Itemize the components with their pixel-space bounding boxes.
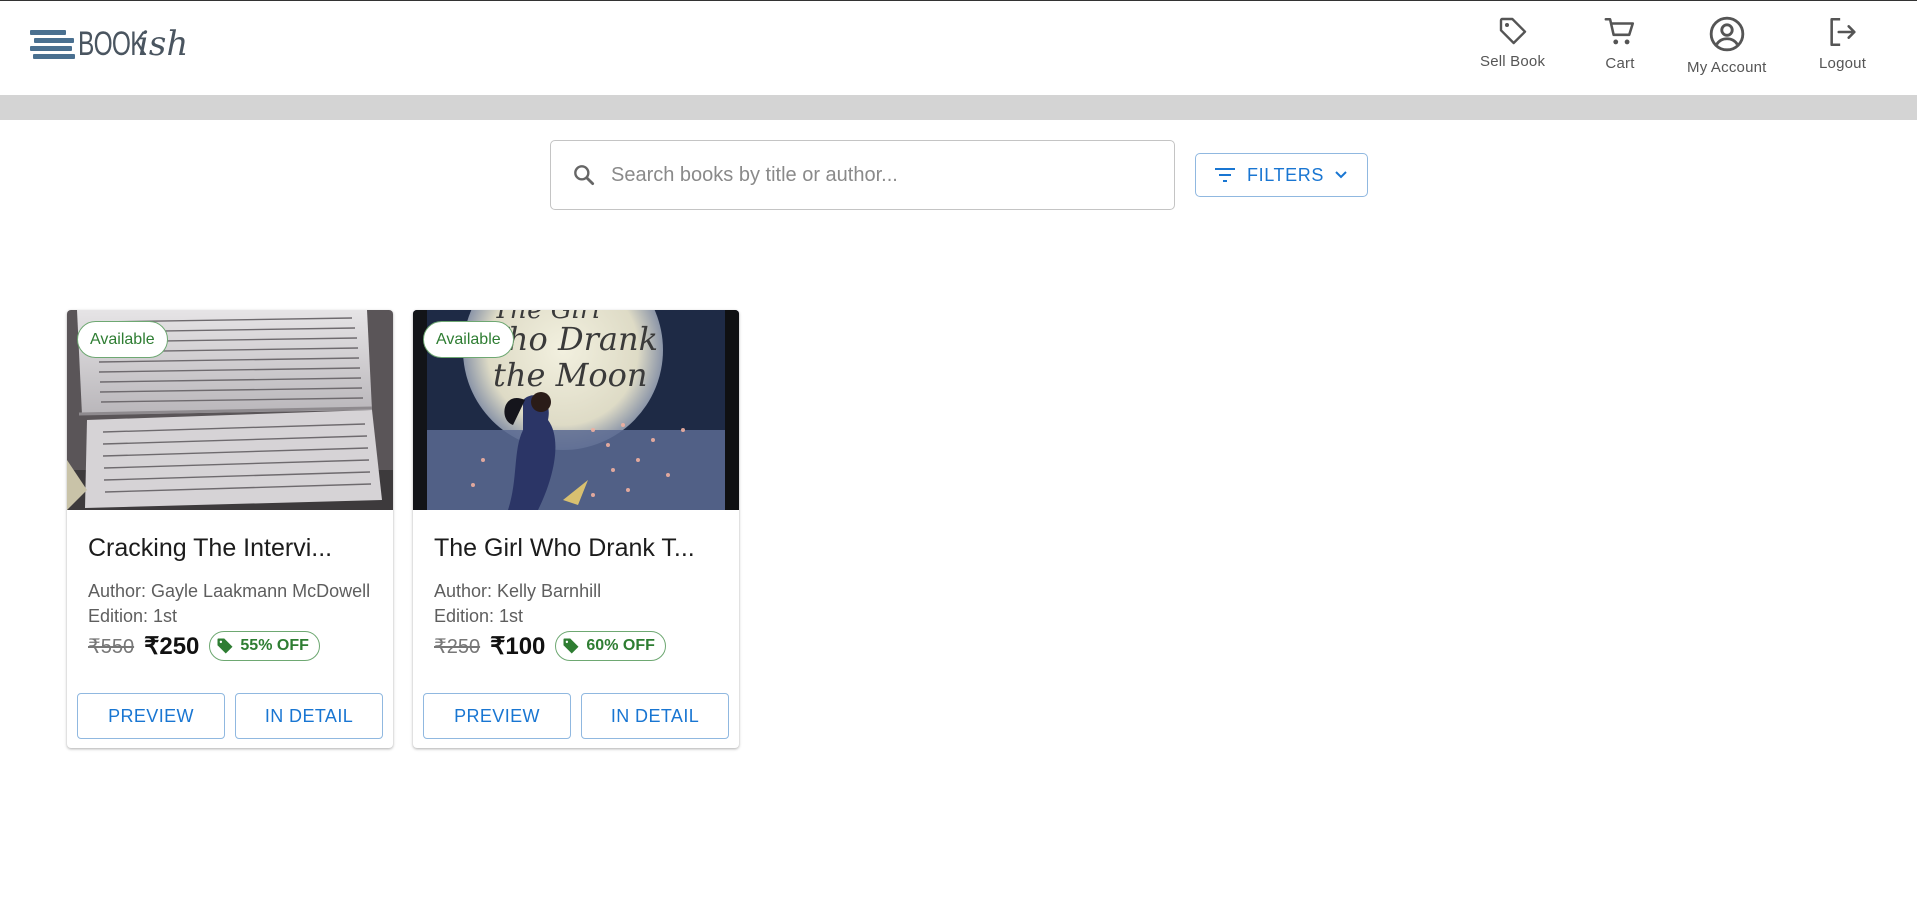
availability-badge: Available bbox=[423, 321, 514, 358]
discount-tag-icon bbox=[563, 638, 579, 654]
app-header: BOOK ish Sell Book Cart My Account Logou… bbox=[0, 1, 1917, 95]
discount-label: 60% OFF bbox=[586, 637, 655, 654]
in-detail-button[interactable]: IN DETAIL bbox=[581, 693, 729, 739]
book-title: The Girl Who Drank T... bbox=[434, 534, 695, 562]
sale-price: ₹100 bbox=[490, 632, 546, 660]
nav-my-account-label: My Account bbox=[1687, 59, 1767, 76]
cart-icon bbox=[1604, 17, 1635, 45]
chevron-down-icon bbox=[1335, 171, 1347, 179]
filters-label: FILTERS bbox=[1247, 164, 1324, 185]
price-row: ₹550 ₹250 55% OFF bbox=[88, 630, 320, 662]
nav-my-account[interactable]: My Account bbox=[1687, 15, 1767, 76]
original-price: ₹250 bbox=[434, 635, 481, 658]
search-icon bbox=[574, 165, 595, 186]
header-divider-band bbox=[0, 95, 1917, 120]
book-card: The Girl Who Drank the Moon Available Th… bbox=[413, 310, 739, 748]
book-card: Available Cracking The Intervi... Author… bbox=[67, 310, 393, 748]
price-row: ₹250 ₹100 60% OFF bbox=[434, 630, 666, 662]
nav-sell-book-label: Sell Book bbox=[1480, 53, 1546, 70]
discount-badge: 55% OFF bbox=[209, 631, 320, 661]
book-edition: Edition: 1st bbox=[88, 606, 178, 626]
book-title: Cracking The Intervi... bbox=[88, 534, 333, 562]
book-author: Author: Gayle Laakmann McDowell bbox=[88, 581, 371, 601]
logout-icon bbox=[1829, 17, 1856, 47]
nav-logout-label: Logout bbox=[1819, 55, 1867, 72]
book-edition: Edition: 1st bbox=[434, 606, 524, 626]
filter-icon bbox=[1215, 168, 1236, 182]
discount-label: 55% OFF bbox=[240, 637, 309, 654]
search-box[interactable] bbox=[550, 140, 1175, 210]
nav-cart-label: Cart bbox=[1605, 55, 1635, 72]
discount-badge: 60% OFF bbox=[555, 631, 666, 661]
nav-logout[interactable]: Logout bbox=[1819, 15, 1866, 72]
svg-text:the Moon: the Moon bbox=[493, 356, 647, 394]
preview-button[interactable]: PREVIEW bbox=[423, 693, 571, 739]
discount-tag-icon bbox=[217, 638, 233, 654]
in-detail-button[interactable]: IN DETAIL bbox=[235, 693, 383, 739]
book-author: Author: Kelly Barnhill bbox=[434, 581, 602, 601]
bookish-logo[interactable]: BOOK ish bbox=[30, 23, 188, 65]
book-stack-icon bbox=[30, 26, 76, 62]
tag-icon bbox=[1499, 17, 1526, 45]
sale-price: ₹250 bbox=[144, 632, 200, 660]
search-input[interactable] bbox=[611, 163, 1151, 187]
availability-badge: Available bbox=[77, 321, 168, 358]
filters-button[interactable]: FILTERS bbox=[1195, 153, 1368, 197]
original-price: ₹550 bbox=[88, 635, 135, 658]
nav-cart[interactable]: Cart bbox=[1603, 15, 1637, 72]
account-circle-icon bbox=[1709, 16, 1745, 52]
preview-button[interactable]: PREVIEW bbox=[77, 693, 225, 739]
logo-text-book: BOOK bbox=[78, 24, 147, 63]
nav-sell-book[interactable]: Sell Book bbox=[1480, 15, 1545, 70]
